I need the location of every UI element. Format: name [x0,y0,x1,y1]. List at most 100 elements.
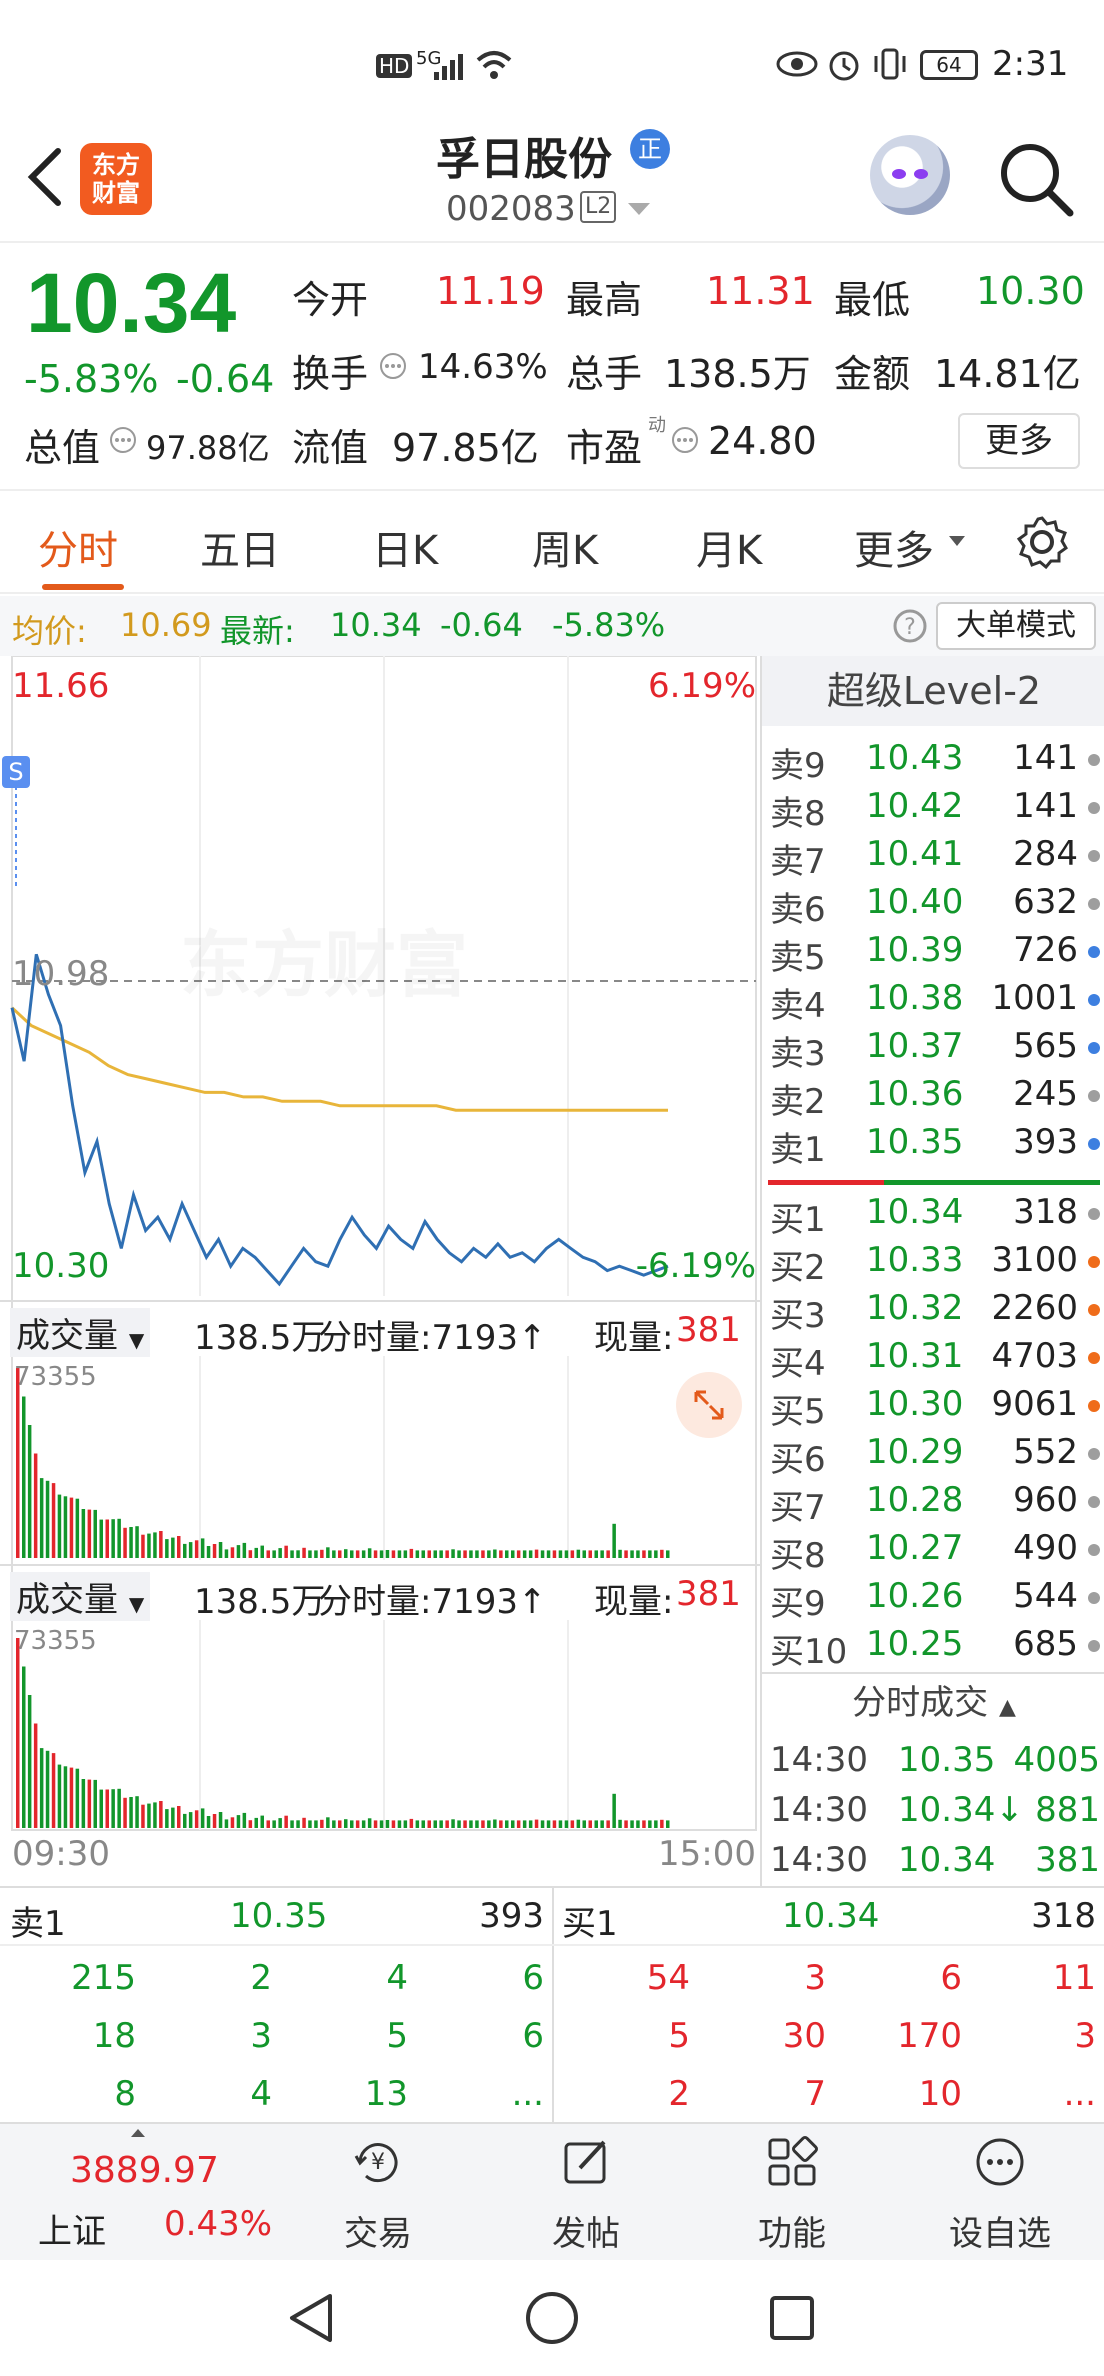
upper-volume-bar [618,1549,622,1558]
help-icon[interactable]: ? [892,608,928,644]
stock-code[interactable]: 002083 [446,189,576,229]
ask-row[interactable]: 卖1 10.35 393 [762,1122,1104,1170]
bid-row[interactable]: 买5 10.30 9061 [762,1384,1104,1432]
intraday-chart[interactable]: 11.66 6.19% 10.98 10.30 -6.19% 东方财富 S 成交… [0,656,760,1886]
ask-row[interactable]: 卖7 10.41 284 [762,834,1104,882]
upper-volume-bar [81,1509,86,1558]
ask-row-label: 卖8 [770,794,826,834]
ask-row[interactable]: 卖4 10.38 1001 [762,978,1104,1026]
indicator-dot [1088,946,1100,958]
upper-volume-bar [522,1550,527,1558]
ask-row[interactable]: 卖8 10.42 141 [762,786,1104,834]
info-dots-icon[interactable] [108,425,138,455]
bid-row-label: 买8 [770,1536,826,1576]
upper-volume-bar [302,1547,306,1558]
tab-daily-k[interactable]: 日K [372,518,438,576]
volume-label: 总手 [566,352,643,396]
ticks-header[interactable]: 分时成交 ▲ [762,1672,1104,1732]
bid-row[interactable]: 买7 10.28 960 [762,1480,1104,1528]
upper-volume-bar [314,1550,318,1558]
current-price: 10.34 [26,256,237,350]
bid-row[interactable]: 买8 10.27 490 [762,1528,1104,1576]
nav-watchlist[interactable]: 设自选 [930,2124,1070,2262]
lower-volume-bar [314,1820,318,1828]
big-order-mode-button[interactable]: 大单模式 [936,602,1096,650]
lower-volume-bar [475,1820,479,1828]
lower-volume-bar [409,1818,414,1828]
volume-selector[interactable]: 成交量 ▼ [10,1308,151,1357]
bid-row[interactable]: 买10 10.25 685 [762,1624,1104,1672]
back-icon[interactable] [22,145,68,209]
buy-queue-cell: 6 [940,1958,962,1998]
ask-row[interactable]: 卖9 10.43 141 [762,738,1104,786]
lower-volume-bar [326,1817,330,1828]
bid-row[interactable]: 买6 10.29 552 [762,1432,1104,1480]
tick-row: 14:30 10.34 381 [762,1840,1104,1888]
tab-intraday[interactable]: 分时 [38,518,118,576]
info-dots-icon[interactable] [378,351,408,381]
back-triangle-icon[interactable] [282,2288,342,2348]
upper-volume-bar [165,1539,169,1558]
nav-trade[interactable]: ¥ 交易 [308,2124,448,2262]
nav-functions[interactable]: 功能 [722,2124,862,2262]
ask-row[interactable]: 卖3 10.37 565 [762,1026,1104,1074]
bid-row[interactable]: 买3 10.32 2260 [762,1288,1104,1336]
ask-row[interactable]: 卖6 10.40 632 [762,882,1104,930]
tab-weekly-k[interactable]: 周K [532,518,598,576]
caret-up-icon [131,2129,145,2137]
tab-five-day[interactable]: 五日 [200,518,280,576]
bid-row[interactable]: 买9 10.26 544 [762,1576,1104,1624]
lower-volume-bar [499,1820,503,1828]
lower-volume-bar [206,1816,211,1828]
pe-superscript: 动 [648,415,666,436]
ask-row-price: 10.43 [866,738,964,778]
tab-more[interactable]: 更多 [854,518,934,576]
tick-price: 10.35 [898,1740,996,1780]
low-value: 10.30 [976,269,1085,313]
chevron-down-icon[interactable] [948,534,966,548]
buy1-volume: 318 [1031,1896,1096,1936]
bid-row-price: 10.29 [866,1432,964,1472]
upper-volume-bar [236,1545,241,1558]
upper-volume-bar [123,1527,127,1558]
book-header[interactable]: 超级Level-2 [762,656,1104,726]
level2-queue[interactable]: 卖1 10.35 393 买1 10.34 318 215 2 4 6 18 3 5 6 8 4 1… [0,1886,1104,2124]
volume-selector[interactable]: 成交量 ▼ [10,1572,151,1621]
lower-volume-bar [403,1820,408,1828]
upper-volume-bar [212,1544,217,1558]
y-top-pct-label: 6.19% [647,666,756,706]
chevron-down-icon[interactable] [626,199,652,219]
ask-row[interactable]: 卖2 10.36 245 [762,1074,1104,1122]
lower-volume-bar [618,1819,622,1828]
lower-volume-bar [666,1820,670,1828]
home-circle-icon[interactable] [522,2288,582,2348]
upper-volume-bar [332,1550,336,1558]
lower-volume-bar [57,1764,62,1828]
upper-volume-bar [433,1550,437,1558]
nav-watchlist-label: 设自选 [949,2214,1051,2254]
more-button[interactable]: 更多 [958,413,1080,469]
bid-row[interactable]: 买4 10.31 4703 [762,1336,1104,1384]
index-value[interactable]: 3889.97 [70,2150,219,2191]
ask-row-price: 10.41 [866,834,964,874]
index-name[interactable]: 上证 [38,2204,106,2253]
recents-square-icon[interactable] [762,2288,822,2348]
index-pct[interactable]: 0.43% [164,2204,272,2244]
bid-row[interactable]: 买2 10.33 3100 [762,1240,1104,1288]
tab-monthly-k[interactable]: 月K [696,518,762,576]
gear-icon[interactable] [1014,514,1070,570]
app-logo[interactable]: 东方 财富 [80,143,152,215]
more-circle-icon [976,2138,1024,2186]
ask-row[interactable]: 卖5 10.39 726 [762,930,1104,978]
nav-post[interactable]: 发帖 [516,2124,656,2262]
assistant-avatar[interactable] [870,135,950,215]
ask-row-volume: 141 [1013,786,1078,826]
expand-button[interactable] [676,1372,742,1438]
stock-name[interactable]: 孚日股份 [436,123,612,187]
search-icon[interactable] [996,139,1076,219]
ask-row-volume: 565 [1013,1026,1078,1066]
info-dots-icon[interactable] [670,425,700,455]
s-marker[interactable]: S [2,756,30,788]
lower-volume-bar [350,1820,354,1828]
bid-row[interactable]: 买1 10.34 318 [762,1192,1104,1240]
